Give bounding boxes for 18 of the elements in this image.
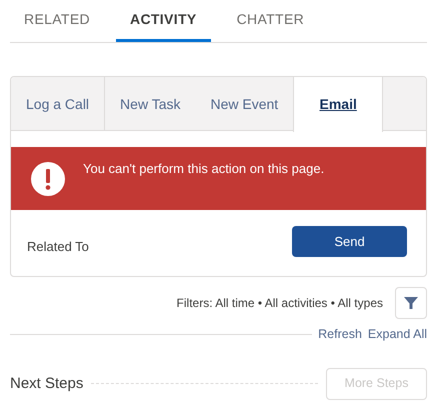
warning-icon <box>31 162 65 196</box>
link[interactable]: Refresh <box>318 325 362 344</box>
filters-text: Filters: All time • All activities • All types <box>176 295 383 312</box>
more-steps-button: More Steps <box>326 368 427 400</box>
tab[interactable]: ACTIVITY <box>116 0 211 42</box>
section-title: Next Steps <box>10 374 84 394</box>
filter-button[interactable] <box>395 287 427 319</box>
action-tab[interactable]: Email <box>293 77 384 132</box>
related-to-label: Related To <box>27 238 89 256</box>
action-tab[interactable]: New Event <box>195 77 294 131</box>
action-tab[interactable]: Log a Call <box>11 77 106 131</box>
link[interactable]: Expand All <box>368 325 427 344</box>
tab[interactable]: CHATTER <box>222 0 318 42</box>
send-button[interactable]: Send <box>292 226 407 257</box>
error-message: You can't perform this action on this page. <box>83 160 324 178</box>
action-tab[interactable]: New Task <box>105 77 196 131</box>
filter-icon <box>404 296 418 310</box>
tab[interactable]: RELATED <box>10 0 104 42</box>
